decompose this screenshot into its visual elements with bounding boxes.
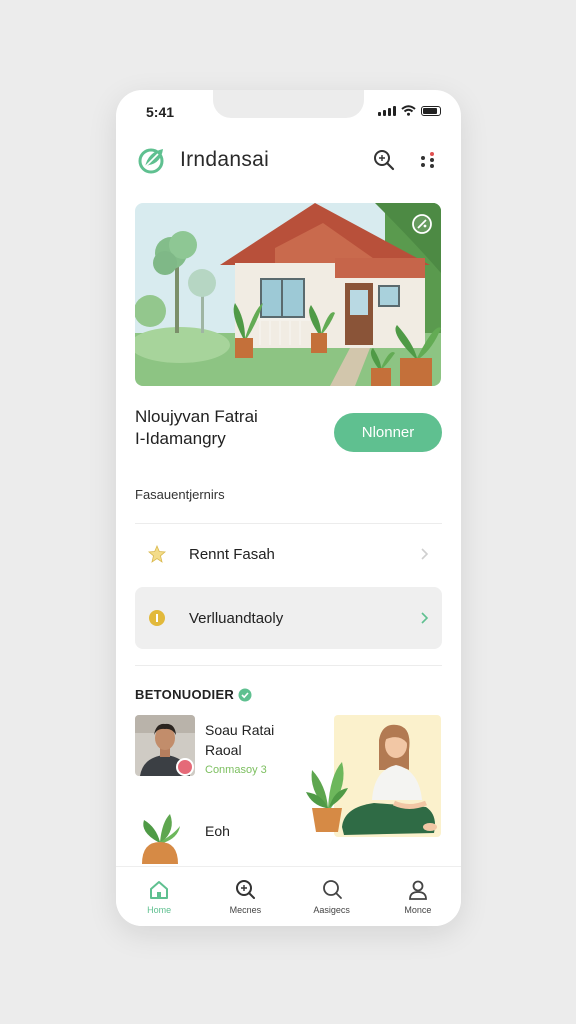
star-icon: [147, 544, 167, 564]
recommended-title: BETONUODIER: [135, 687, 252, 702]
verified-check-icon: [238, 688, 252, 701]
profile-name-line-2: Raoal: [205, 742, 242, 758]
search-icon: [322, 879, 342, 899]
section-label: Fasauentjernirs: [135, 487, 225, 502]
tab-label: Monce: [404, 904, 432, 915]
chevron-right-icon: [421, 612, 429, 624]
hero-close-button[interactable]: [411, 213, 433, 235]
tab-label: Aasigecs: [313, 904, 350, 915]
profile-name: Soau Ratai Raoal: [205, 720, 274, 760]
status-icons: [378, 105, 441, 116]
list-item-label: Verlluandtaoly: [189, 609, 284, 627]
leaf-logo-icon: [138, 148, 164, 174]
search-plus-icon: [236, 879, 256, 899]
woman-illustration: [334, 715, 441, 837]
wifi-icon: [401, 105, 416, 116]
profile-name-line-1: Soau Ratai: [205, 722, 275, 738]
hero-house-illustration: [135, 203, 441, 386]
divider: [135, 665, 442, 666]
recommendation-label: Eoh: [205, 823, 230, 839]
search-icon: [374, 150, 395, 171]
list-item-rennt-fasah[interactable]: Rennt Fasah: [135, 523, 442, 585]
bottom-tab-bar: Home Mecnes Aasigecs Monce: [116, 866, 461, 926]
app-header: Irndansai: [136, 142, 441, 178]
cellular-signal-icon: [378, 105, 396, 116]
intro-section: Nloujyvan Fatrai I-Idamangry Nlonner: [135, 406, 442, 458]
notch: [213, 90, 364, 118]
search-button[interactable]: [371, 147, 397, 173]
coin-icon: [147, 608, 167, 628]
home-icon: [150, 880, 169, 899]
profile-meta: Conmasoy 3: [205, 764, 267, 776]
tab-monce[interactable]: Monce: [375, 867, 461, 926]
camera-badge-icon: [176, 758, 194, 776]
phone-frame: 5:41 Irndansai Nloujyvan Fatrai I-Idaman…: [116, 90, 461, 926]
house-illustration: [135, 203, 441, 386]
status-time: 5:41: [146, 104, 175, 120]
list-item-label: Rennt Fasah: [189, 545, 275, 563]
chevron-right-icon: [421, 548, 429, 560]
tab-aasigecs[interactable]: Aasigecs: [289, 867, 375, 926]
recommended-title-text: BETONUODIER: [135, 687, 235, 702]
tab-label: Home: [147, 904, 172, 915]
intro-action-button[interactable]: Nlonner: [334, 413, 442, 452]
tab-label: Mecnes: [229, 904, 262, 915]
user-icon: [408, 880, 427, 900]
app-title: Irndansai: [180, 148, 270, 171]
potted-plant-icon: [306, 762, 348, 832]
tab-mecnes[interactable]: Mecnes: [202, 867, 288, 926]
potted-plant-icon: [142, 814, 180, 864]
more-options-button[interactable]: [415, 147, 441, 173]
more-dots-icon: [421, 152, 434, 168]
list-item-verlluandtaoly[interactable]: Verlluandtaoly: [135, 587, 442, 649]
tab-home[interactable]: Home: [116, 867, 202, 926]
battery-icon: [421, 105, 441, 116]
close-circle-icon: [412, 214, 432, 234]
